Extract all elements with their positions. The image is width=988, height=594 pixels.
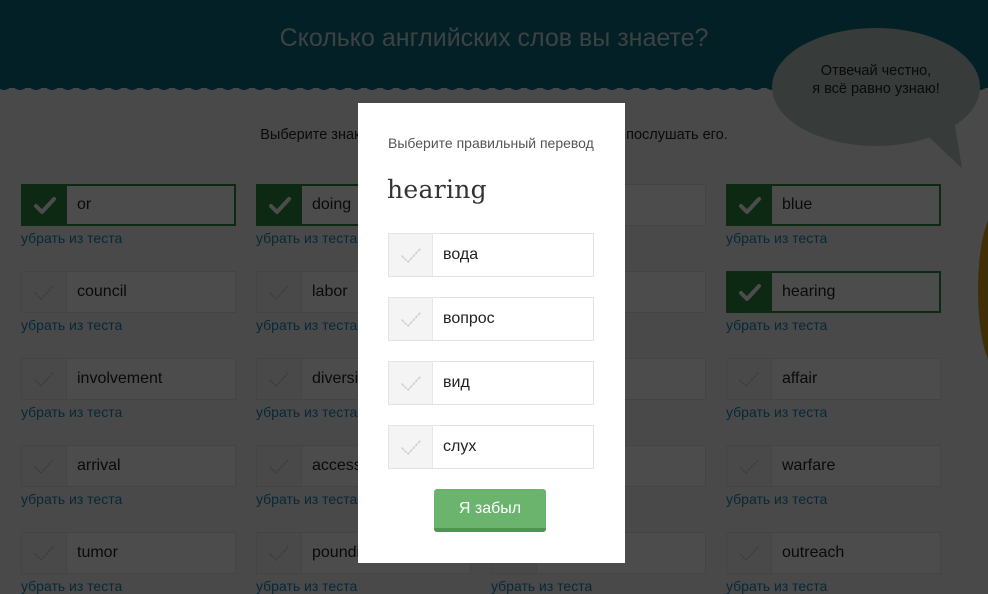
option-label: вопрос — [443, 310, 495, 327]
option-label: слух — [443, 438, 477, 455]
translation-option[interactable]: вода — [388, 233, 594, 277]
option-label: вид — [443, 374, 470, 391]
check-icon — [389, 234, 433, 276]
translation-option[interactable]: вид — [388, 361, 594, 405]
check-icon — [389, 426, 433, 468]
option-label: вода — [443, 246, 479, 263]
translation-option[interactable]: вопрос — [388, 297, 594, 341]
check-icon — [389, 362, 433, 404]
check-icon — [389, 298, 433, 340]
modal-word: hearing — [387, 175, 487, 204]
forgot-button[interactable]: Я забыл — [434, 489, 546, 532]
translation-modal: Выберите правильный перевод hearing вода… — [358, 103, 625, 563]
translation-option[interactable]: слух — [388, 425, 594, 469]
modal-prompt: Выберите правильный перевод — [388, 135, 594, 151]
